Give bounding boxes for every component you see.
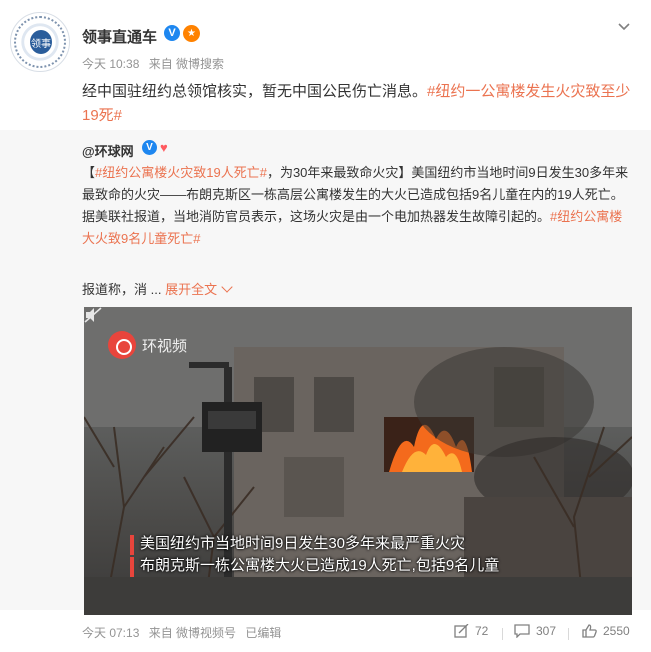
- heart-badge-icon: ♥: [160, 140, 168, 155]
- chevron-down-icon[interactable]: [617, 20, 631, 34]
- expand-label: 展开全文: [165, 282, 218, 297]
- verified-badge-icon: V: [142, 140, 157, 155]
- comment-icon: [514, 624, 530, 638]
- retweet-source: 来自 微博视频号: [148, 626, 237, 640]
- caption-accent: [130, 557, 134, 577]
- post-source: 来自 微博搜索: [148, 57, 225, 71]
- retweet-time[interactable]: 今天 07:13: [82, 626, 139, 640]
- post-meta: 今天 10:38 来自 微博搜索: [82, 55, 230, 72]
- divider: [502, 628, 503, 640]
- comment-button[interactable]: 307: [514, 624, 556, 638]
- video-caption-line-1: 美国纽约市当地时间9日发生30多年来最严重火灾: [140, 535, 466, 552]
- edited-label: 已编辑: [245, 626, 282, 640]
- comment-count: 307: [536, 624, 557, 638]
- video-player[interactable]: 环视频 美国纽约市当地时间9日发生30多年来最严重火灾 布朗克斯一栋公寓楼大火已…: [84, 307, 632, 615]
- logo-text: 环视频: [142, 336, 188, 355]
- avatar-emblem: 领事: [30, 30, 52, 54]
- verified-badge-icon: V: [164, 25, 180, 41]
- retweet-meta: 今天 07:13 来自 微博视频号 已编辑: [82, 624, 287, 641]
- retweet-author[interactable]: @环球网: [82, 141, 134, 160]
- bracket-close: 】: [398, 165, 412, 180]
- post-text: 经中国驻纽约总领馆核实，暂无中国公民伤亡消息。#纽约一公寓楼发生火灾致至少19死…: [82, 80, 634, 128]
- expand-full-text-link[interactable]: 展开全文: [165, 281, 233, 297]
- retweet-text: 【#纽约公寓楼火灾致19人死亡#，为30年来最致命火灾】美国纽约市当地时间9日发…: [82, 162, 634, 250]
- video-channel-logo: 环视频: [108, 331, 187, 359]
- mute-icon[interactable]: [84, 307, 102, 323]
- fire-badge-icon: ★: [183, 25, 200, 42]
- bracket-open: 【: [82, 165, 96, 180]
- truncated-text: 报道称，消 ...: [82, 282, 162, 297]
- video-caption-line-2: 布朗克斯一栋公寓楼大火已造成19人死亡,包括9名儿童: [140, 557, 500, 574]
- repost-icon: [454, 624, 469, 638]
- chevron-down-icon: [221, 281, 233, 293]
- repost-count: 72: [475, 624, 489, 638]
- like-count: 2550: [603, 624, 630, 638]
- like-button[interactable]: 2550: [582, 624, 630, 638]
- author-name[interactable]: 领事直通车: [82, 26, 157, 47]
- title-rest: ，为30年来最致命火灾: [266, 165, 399, 180]
- caption-accent: [130, 535, 134, 555]
- hashtag-link[interactable]: #纽约公寓楼火灾致19人死亡#: [95, 165, 267, 180]
- play-circle-icon: [108, 331, 136, 359]
- repost-button[interactable]: 72: [454, 624, 488, 638]
- like-icon: [582, 624, 597, 638]
- divider: [568, 628, 569, 640]
- post-text-plain: 经中国驻纽约总领馆核实，暂无中国公民伤亡消息。: [82, 83, 428, 100]
- weibo-post: 领事 领事直通车 V ★ 今天 10:38 来自 微博搜索 经中国驻纽约总领馆核…: [0, 0, 651, 652]
- truncated-text-row: 报道称，消 ... 展开全文: [82, 279, 233, 298]
- post-time[interactable]: 今天 10:38: [82, 57, 139, 71]
- author-avatar[interactable]: 领事: [10, 12, 70, 72]
